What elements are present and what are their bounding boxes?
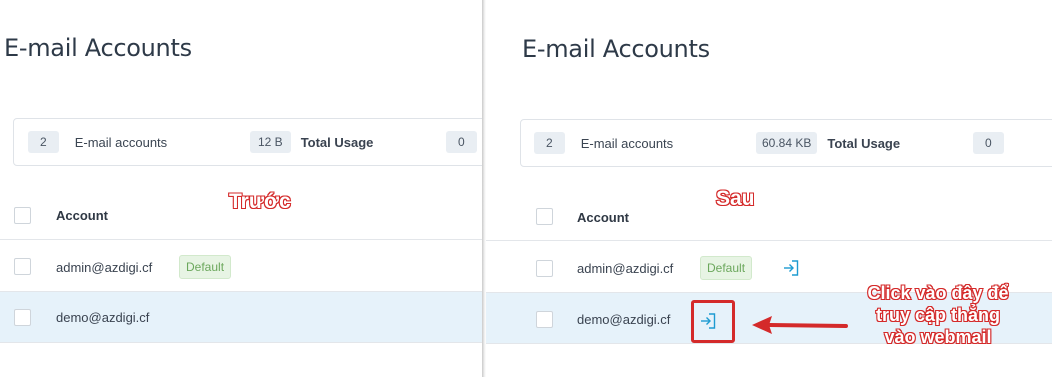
- account-email[interactable]: demo@azdigi.cf: [577, 312, 670, 327]
- page-title: E-mail Accounts: [4, 34, 192, 62]
- callout-line: truy cập thẳng: [875, 304, 1001, 326]
- stats-bar: 2 E-mail accounts 60.84 KB Total Usage 0: [520, 119, 1052, 167]
- usage-stat: 12 B Total Usage: [250, 131, 373, 153]
- accounts-label: E-mail accounts: [580, 135, 674, 151]
- arrow-left-icon: [752, 316, 848, 334]
- account-count-badge: 2: [534, 132, 565, 154]
- usage-label: Total Usage: [827, 135, 901, 151]
- default-badge: Default: [700, 256, 753, 280]
- account-count-badge: 2: [28, 131, 59, 153]
- row-checkbox[interactable]: [536, 260, 553, 277]
- select-all-checkbox[interactable]: [14, 207, 31, 224]
- account-column-header[interactable]: Account: [56, 208, 108, 223]
- accounts-label: E-mail accounts: [74, 134, 168, 150]
- third-value-badge: 0: [446, 131, 477, 153]
- account-column-header[interactable]: Account: [577, 210, 629, 225]
- webmail-login-icon[interactable]: [782, 259, 800, 277]
- callout-annotation: Click vào đây để truy cập thẳng vào webm…: [838, 282, 1038, 348]
- row-checkbox[interactable]: [14, 258, 31, 275]
- accounts-stat: 2 E-mail accounts: [534, 132, 673, 154]
- callout-line: vào webmail: [883, 326, 992, 348]
- icon-highlight-box: [691, 300, 735, 343]
- third-stat: 0: [446, 131, 477, 153]
- after-annotation: Sau: [715, 186, 755, 211]
- table-row[interactable]: admin@azdigi.cf Default: [0, 241, 482, 292]
- select-all-checkbox[interactable]: [536, 208, 553, 225]
- usage-label: Total Usage: [300, 134, 374, 150]
- default-badge: Default: [179, 255, 232, 279]
- table-header: Account: [486, 191, 1052, 241]
- usage-value-badge: 12 B: [250, 131, 291, 153]
- before-panel: E-mail Accounts 2 E-mail accounts 12 B T…: [0, 0, 482, 377]
- row-checkbox[interactable]: [536, 311, 553, 328]
- accounts-stat: 2 E-mail accounts: [28, 131, 167, 153]
- account-email[interactable]: admin@azdigi.cf: [577, 261, 673, 276]
- account-email[interactable]: demo@azdigi.cf: [56, 310, 149, 325]
- usage-stat: 60.84 KB Total Usage: [756, 132, 900, 154]
- before-annotation: Trước: [228, 189, 292, 214]
- account-email[interactable]: admin@azdigi.cf: [56, 260, 152, 275]
- third-stat: 0: [973, 132, 1004, 154]
- stats-bar: 2 E-mail accounts 12 B Total Usage 0: [13, 118, 482, 166]
- page-title: E-mail Accounts: [522, 35, 710, 63]
- row-checkbox[interactable]: [14, 309, 31, 326]
- usage-value-badge: 60.84 KB: [756, 132, 818, 154]
- after-panel: E-mail Accounts 2 E-mail accounts 60.84 …: [486, 0, 1052, 377]
- callout-line: Click vào đây để: [866, 282, 1009, 304]
- table-row[interactable]: demo@azdigi.cf: [0, 292, 482, 343]
- third-value-badge: 0: [973, 132, 1004, 154]
